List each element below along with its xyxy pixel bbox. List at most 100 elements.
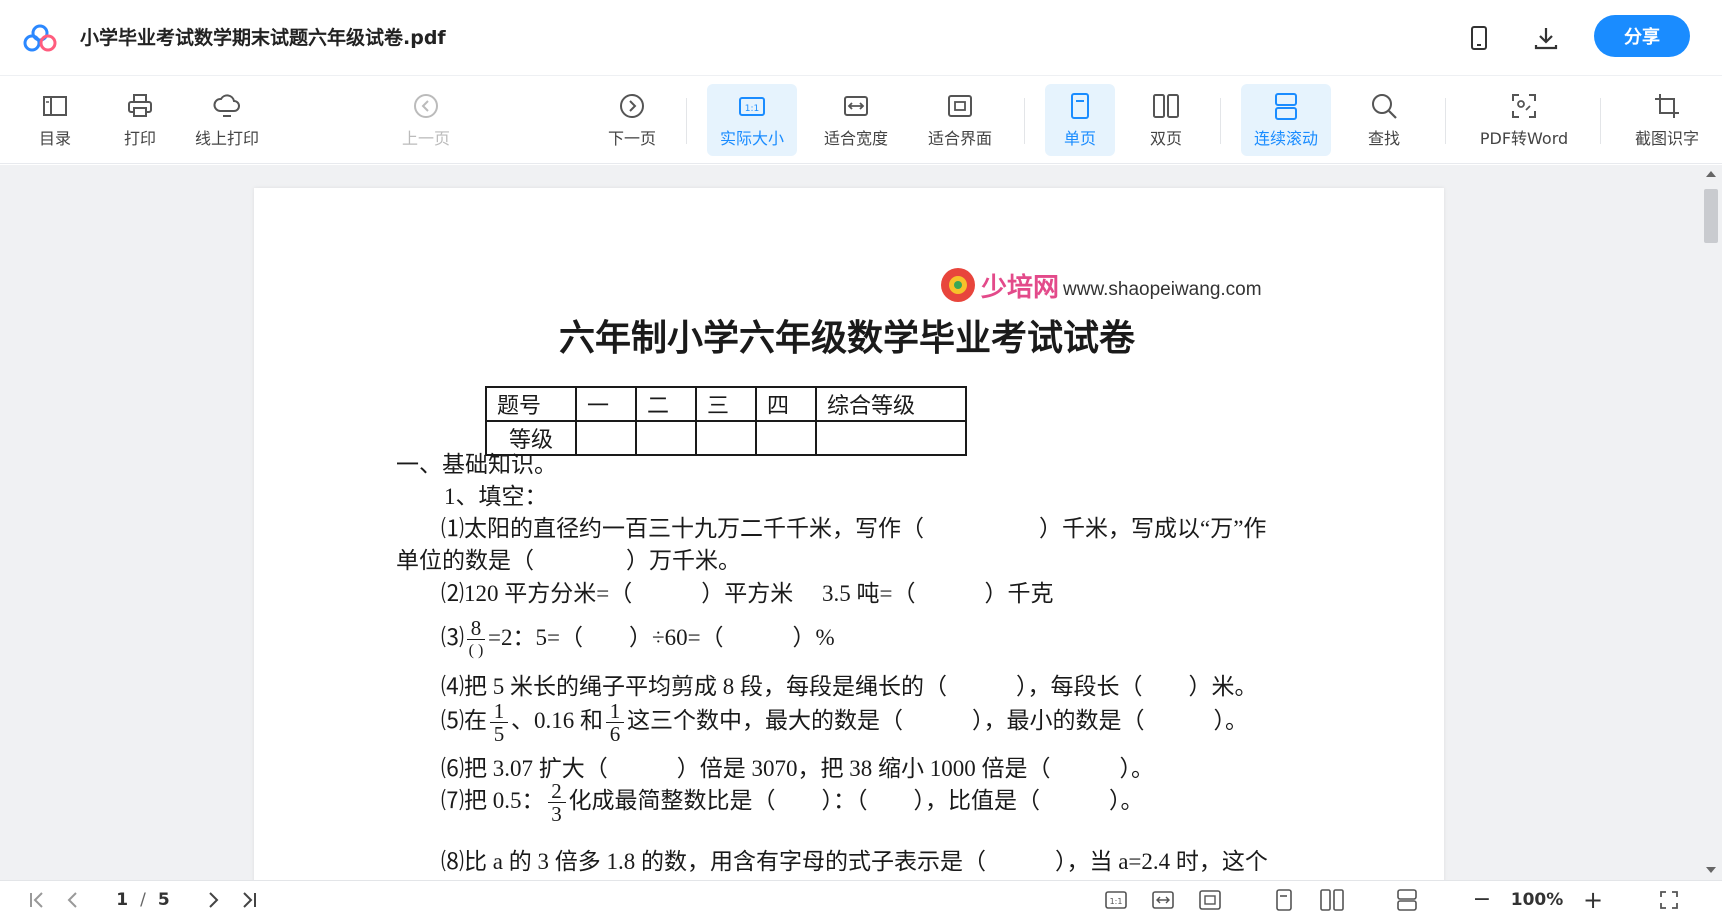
continuous-scroll-icon[interactable] bbox=[1394, 881, 1420, 918]
online-print-button[interactable]: 线上打印 bbox=[188, 84, 266, 156]
pdf-page: 少培网 www.shaopeiwang.com 六年制小学六年级数学毕业考试试卷… bbox=[254, 188, 1444, 880]
continuous-scroll-button[interactable]: 连续滚动 bbox=[1241, 84, 1331, 156]
share-button[interactable]: 分享 bbox=[1594, 15, 1690, 57]
table-cell: 三 bbox=[695, 386, 757, 422]
toc-button[interactable]: 目录 bbox=[34, 84, 76, 156]
zoom-out-button[interactable]: − bbox=[1470, 881, 1494, 918]
pdf-to-word-label: PDF转Word bbox=[1479, 129, 1569, 148]
app-logo-icon bbox=[23, 24, 57, 52]
fraction: 16 bbox=[606, 700, 624, 745]
table-cell: 综合等级 bbox=[815, 386, 967, 422]
convert-icon bbox=[1512, 94, 1536, 118]
last-page-icon[interactable] bbox=[236, 881, 262, 918]
question-8: ⑻比 a 的 3 倍多 1.8 的数，用含有字母的式子表示是（ ），当 a=2.… bbox=[441, 849, 1268, 874]
question-1b: 单位的数是（ ）万千米。 bbox=[396, 548, 741, 573]
watermark: 少培网 www.shaopeiwang.com bbox=[939, 266, 1262, 304]
next-page-label: 下一页 bbox=[607, 129, 656, 148]
search-icon bbox=[1372, 94, 1397, 119]
cloud-print-icon bbox=[213, 94, 240, 117]
prev-page-icon[interactable] bbox=[60, 881, 86, 918]
actual-size-button[interactable]: 1:1 实际大小 bbox=[707, 84, 797, 156]
continuous-scroll-icon bbox=[1275, 93, 1297, 120]
table-cell: 题号 bbox=[485, 386, 577, 422]
zoom-in-button[interactable]: + bbox=[1580, 881, 1606, 918]
question-3: ⑶ 8( ) =2：5=（ ）÷60=（ ）% bbox=[441, 613, 835, 663]
fit-page-label: 适合界面 bbox=[927, 129, 992, 148]
single-page-icon[interactable] bbox=[1271, 881, 1297, 918]
online-print-label: 线上打印 bbox=[194, 129, 259, 148]
flower-logo-icon bbox=[941, 268, 975, 302]
fit-width-button[interactable]: 适合宽度 bbox=[817, 84, 895, 156]
title-bar: 小学毕业考试数学期末试题六年级试卷.pdf 分享 bbox=[0, 0, 1722, 76]
table-row: 题号 一 二 三 四 综合等级 bbox=[485, 386, 967, 422]
download-icon[interactable] bbox=[1530, 22, 1562, 54]
ocr-label: 截图识字 bbox=[1634, 129, 1699, 148]
fraction: 23 bbox=[547, 780, 566, 825]
single-page-icon bbox=[1071, 93, 1089, 119]
next-page-icon[interactable] bbox=[200, 881, 226, 918]
toc-icon bbox=[43, 96, 67, 116]
fraction: 8( ) bbox=[467, 616, 485, 660]
document-title: 小学毕业考试数学期末试题六年级试卷.pdf bbox=[80, 27, 446, 49]
double-page-icon[interactable] bbox=[1318, 881, 1346, 918]
fraction: 15 bbox=[490, 700, 508, 745]
table-cell bbox=[635, 420, 697, 456]
watermark-brand: 少培网 bbox=[981, 272, 1060, 303]
fit-width-icon[interactable] bbox=[1150, 881, 1176, 918]
single-page-label: 单页 bbox=[1063, 129, 1096, 148]
status-page-indicator[interactable]: 1 / 5 bbox=[104, 881, 182, 918]
fit-width-icon bbox=[844, 96, 868, 116]
zoom-level: 100% bbox=[1510, 889, 1564, 910]
crop-icon bbox=[1655, 94, 1679, 118]
table-cell: 等级 bbox=[485, 420, 577, 456]
table-cell: 二 bbox=[635, 386, 697, 422]
table-cell bbox=[755, 420, 817, 456]
ocr-button[interactable]: 截图识字 bbox=[1624, 84, 1710, 156]
prev-page-label: 上一页 bbox=[401, 129, 450, 148]
find-label: 查找 bbox=[1367, 129, 1400, 148]
next-page-button[interactable]: 下一页 bbox=[604, 84, 660, 156]
scroll-up-icon[interactable] bbox=[1706, 171, 1716, 177]
scroll-thumb[interactable] bbox=[1704, 189, 1718, 243]
question-5: ⑸在 1 5 、0.16 和 1 6 这三个数中，最大的数是（ ），最小的数是（ ）。 bbox=[441, 699, 1248, 747]
prev-page-button[interactable]: 上一页 bbox=[398, 84, 454, 156]
grade-table: 题号 一 二 三 四 综合等级 等级 bbox=[485, 386, 967, 456]
question-7: ⑺把 0.5： 2 3 化成最简整数比是（ ）：（ ），比值是（ ）。 bbox=[441, 779, 1144, 827]
question-1a: ⑴太阳的直径约一百三十九万二千千米，写作（ ）千米，写成以“万”作 bbox=[441, 516, 1267, 541]
svg-text:1:1: 1:1 bbox=[1110, 897, 1123, 906]
fit-page-button[interactable]: 适合界面 bbox=[921, 84, 999, 156]
first-page-icon[interactable] bbox=[24, 881, 50, 918]
table-cell: 一 bbox=[575, 386, 637, 422]
status-bar: 1 / 5 1:1 − 100% + bbox=[0, 880, 1722, 917]
question-2: ⑵120 平方分米=（ ）平方米 3.5 吨=（ ）千克 bbox=[441, 581, 1054, 606]
fullscreen-icon[interactable] bbox=[1656, 881, 1682, 918]
actual-size-icon[interactable]: 1:1 bbox=[1103, 881, 1129, 918]
print-label: 打印 bbox=[123, 129, 156, 148]
fit-width-label: 适合宽度 bbox=[823, 129, 888, 148]
pdf-to-word-button[interactable]: PDF转Word bbox=[1474, 84, 1574, 156]
document-viewer[interactable]: 少培网 www.shaopeiwang.com 六年制小学六年级数学毕业考试试卷… bbox=[0, 165, 1722, 880]
actual-size-label: 实际大小 bbox=[719, 129, 784, 148]
chevron-left-circle-icon bbox=[414, 94, 438, 118]
sub-heading: 1、填空： bbox=[444, 484, 548, 509]
fit-page-icon bbox=[948, 95, 972, 117]
watermark-url: www.shaopeiwang.com bbox=[1063, 279, 1262, 300]
table-cell: 四 bbox=[755, 386, 817, 422]
continuous-scroll-label: 连续滚动 bbox=[1253, 129, 1318, 148]
section-heading: 一、基础知识。 bbox=[396, 452, 557, 477]
find-button[interactable]: 查找 bbox=[1358, 84, 1410, 156]
svg-text:1:1: 1:1 bbox=[745, 104, 759, 114]
fit-page-icon[interactable] bbox=[1197, 881, 1223, 918]
toolbar: 目录 打印 线上打印 上一页 1 / 5 下一页 1:1 实际大小 适合宽度 适… bbox=[0, 76, 1722, 216]
table-cell bbox=[815, 420, 967, 456]
double-page-button[interactable]: 双页 bbox=[1133, 84, 1199, 156]
mobile-icon[interactable] bbox=[1463, 22, 1495, 54]
scroll-down-icon[interactable] bbox=[1706, 867, 1716, 873]
toc-label: 目录 bbox=[38, 129, 71, 148]
single-page-button[interactable]: 单页 bbox=[1045, 84, 1115, 156]
double-page-label: 双页 bbox=[1149, 129, 1182, 148]
one-to-one-icon: 1:1 bbox=[739, 97, 765, 116]
print-button[interactable]: 打印 bbox=[119, 84, 161, 156]
table-cell bbox=[575, 420, 637, 456]
vertical-scrollbar[interactable] bbox=[1700, 165, 1722, 880]
